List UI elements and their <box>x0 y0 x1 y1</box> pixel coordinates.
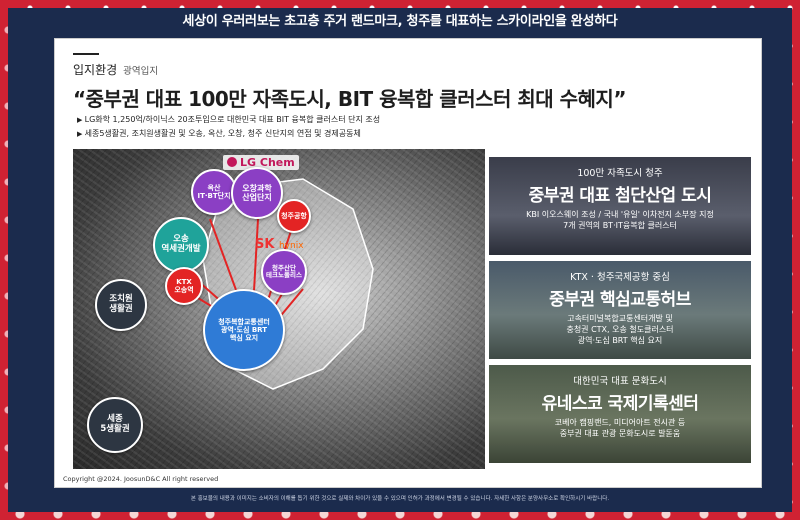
bullet-item: 세종5생활권, 조치원생활권 및 오송, 옥산, 오창, 청주 신단지의 연접 … <box>77 127 380 141</box>
card-kicker: KTX · 청주국제공항 중심 <box>570 272 670 283</box>
card-kicker: 100만 자족도시 청주 <box>577 168 663 179</box>
bubble-ochang: 오창과학 산업단지 <box>231 167 283 219</box>
section-title-text: 입지환경 <box>73 63 118 77</box>
feature-card-industry: 100만 자족도시 청주 중부권 대표 첨단산업 도시 KBI 이오스웨이 조성… <box>489 157 751 255</box>
card-title: 중부권 대표 첨단산업 도시 <box>528 186 712 206</box>
bubble-sejong: 세종 5생활권 <box>87 397 143 453</box>
bubble-airport: 청주공항 <box>277 199 311 233</box>
bullet-item: LG화학 1,250억/하이닉스 20조투입으로 대한민국 대표 BIT 융복합… <box>77 113 381 127</box>
feature-card-culture: 대한민국 대표 문화도시 유네스코 국제기록센터 코베아 캠핑랜드, 미디어아트… <box>489 365 751 463</box>
content-panel: 입지환경 광역입지 “중부권 대표 100만 자족도시, BIT 융복합 클러스터… <box>54 38 762 488</box>
section-rule <box>73 53 99 55</box>
banner-text-pre: 세상이 우러러보는 초고층 주거 랜드마크, <box>182 14 407 29</box>
bubble-osong: 오송 역세권개발 <box>153 217 209 273</box>
bubble-transport-center: 청주복합교통센터 광역·도심 BRT 핵심 요지 <box>203 289 285 371</box>
top-banner: 세상이 우러러보는 초고층 주거 랜드마크, 청주를 대표하는 스카이라인을 완… <box>8 8 792 36</box>
disclaimer-note: 본 홍보물의 내용과 이미지는 소비자의 이해를 돕기 위한 것으로 실제와 차… <box>190 496 610 502</box>
banner-highlight: 청주를 대표하는 <box>406 14 493 29</box>
bullet-list: LG화학 1,250억/하이닉스 20조투입으로 대한민국 대표 BIT 융복합… <box>77 113 381 141</box>
copyright-text: Copyright @2024. JoosunD&C All right res… <box>63 475 219 483</box>
bubble-jochiwon: 조치원 생활권 <box>95 279 147 331</box>
card-title: 유네스코 국제기록센터 <box>541 394 699 414</box>
feature-card-transport: KTX · 청주국제공항 중심 중부권 핵심교통허브 고속터미널복합교통센터개발… <box>489 261 751 359</box>
banner-text-post: 스카이라인을 완성하다 <box>492 14 618 29</box>
bubble-technopolis: 청주산단 테크노폴리스 <box>261 249 307 295</box>
feature-cards: 100만 자족도시 청주 중부권 대표 첨단산업 도시 KBI 이오스웨이 조성… <box>489 157 751 469</box>
card-kicker: 대한민국 대표 문화도시 <box>573 376 667 387</box>
bubble-ktx: KTX 오송역 <box>165 267 203 305</box>
headline: “중부권 대표 100만 자족도시, BIT 융복합 클러스터 최대 수혜지” <box>73 87 626 111</box>
card-desc: 고속터미널복합교통센터개발 및 충청권 CTX, 오송 철도클러스터 광역·도심… <box>566 314 674 345</box>
region-map: LG Chem SK hynix 옥산 IT·BT단지 오창과학 산업단지 청주… <box>73 149 485 469</box>
card-desc: KBI 이오스웨이 조성 / 국내 '유일' 이차전지 소부장 지정 7개 권역… <box>526 210 714 230</box>
section-title: 입지환경 광역입지 <box>73 61 158 78</box>
card-title: 중부권 핵심교통허브 <box>549 290 691 310</box>
lg-logo-icon <box>227 157 237 167</box>
card-desc: 코베아 캠핑랜드, 미디어아트 전시관 등 중부권 대표 관광 문화도시로 발돋… <box>554 418 686 438</box>
navy-frame: 세상이 우러러보는 초고층 주거 랜드마크, 청주를 대표하는 스카이라인을 완… <box>8 8 792 512</box>
section-subtitle: 광역입지 <box>123 66 159 77</box>
